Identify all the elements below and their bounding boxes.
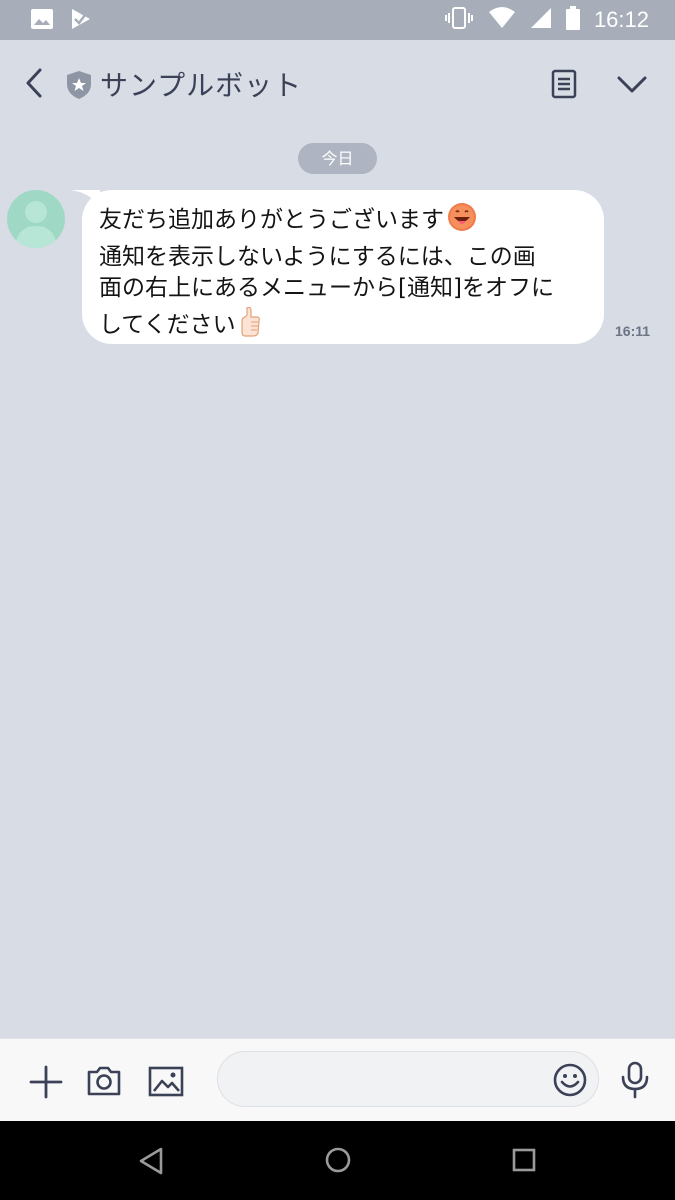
default-avatar-icon xyxy=(15,201,57,248)
shield-star-icon xyxy=(66,70,92,104)
plus-icon xyxy=(29,1065,63,1099)
nav-home-icon xyxy=(325,1147,351,1173)
navigation-bar xyxy=(0,1121,675,1200)
camera-icon xyxy=(87,1066,121,1096)
message-input[interactable] xyxy=(217,1051,599,1107)
nav-back-button[interactable] xyxy=(137,1146,165,1180)
vibrate-icon xyxy=(444,6,474,34)
camera-button[interactable] xyxy=(86,1063,122,1103)
notes-icon xyxy=(551,69,577,99)
message-line-3: 面の右上にあるメニューから[通知]をオフに xyxy=(99,275,554,301)
message-line-4: してください xyxy=(99,311,236,338)
nav-recent-button[interactable] xyxy=(512,1148,536,1176)
grinning-tongue-emoji xyxy=(447,202,477,242)
nav-recent-icon xyxy=(512,1148,536,1172)
microphone-icon xyxy=(621,1061,649,1099)
input-bar xyxy=(0,1038,675,1122)
chat-title[interactable]: サンプルボット xyxy=(100,64,302,104)
chevron-down-icon xyxy=(617,76,647,93)
nav-back-icon xyxy=(139,1147,163,1175)
notes-button[interactable] xyxy=(548,68,580,100)
status-time: 16:12 xyxy=(593,7,649,32)
message-line-1: 友だち追加ありがとうございます xyxy=(99,207,444,233)
emoji-button[interactable] xyxy=(552,1062,588,1102)
message-bubble[interactable]: 友だち追加ありがとうございます 通知を表示しないようにするには、この画 面の右上… xyxy=(82,190,604,344)
message-time: 16:11 xyxy=(615,323,651,339)
message-line-2: 通知を表示しないようにするには、この画 xyxy=(99,243,536,270)
cell-signal-icon xyxy=(530,7,552,33)
image-button[interactable] xyxy=(148,1063,184,1103)
status-bar: 16:12 xyxy=(0,0,675,40)
emoji-icon xyxy=(553,1063,587,1097)
battery-icon xyxy=(565,6,580,34)
plus-button[interactable] xyxy=(28,1064,64,1104)
image-icon xyxy=(148,1066,184,1097)
chat-header: サンプルボット xyxy=(0,40,675,128)
microphone-button[interactable] xyxy=(620,1061,650,1103)
check-flag-icon xyxy=(70,7,92,35)
image-icon xyxy=(30,8,54,34)
thumbs-up-emoji xyxy=(239,305,261,347)
avatar[interactable] xyxy=(7,190,65,248)
date-separator: 今日 xyxy=(298,143,377,174)
chevron-left-icon xyxy=(26,68,42,98)
wifi-icon xyxy=(488,7,516,33)
menu-toggle-button[interactable] xyxy=(614,68,650,100)
nav-home-button[interactable] xyxy=(324,1146,352,1178)
back-button[interactable] xyxy=(18,66,52,100)
